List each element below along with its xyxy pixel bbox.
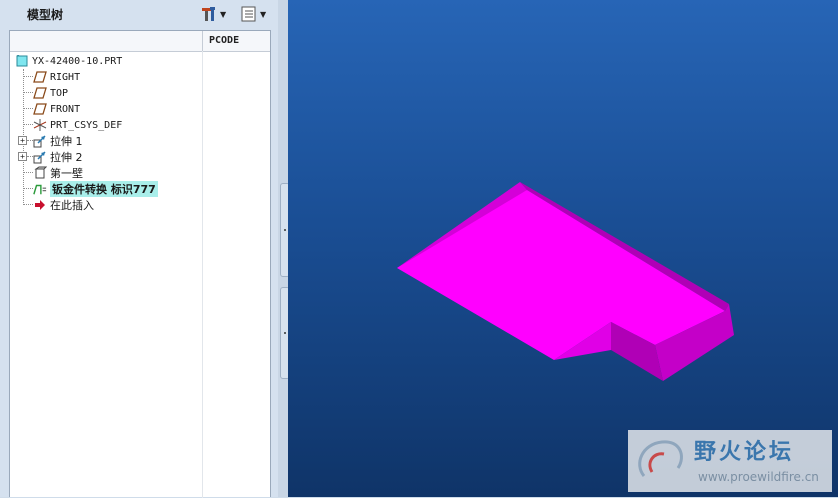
tree-item-label: TOP — [50, 87, 69, 99]
tree-item-label: YX-42400-10.PRT — [32, 55, 123, 67]
datum-plane-icon — [33, 86, 47, 100]
model-tree-panel: 模型树 ▼ ▼ PCODE + + YX-42400-10.PRT RIGHT … — [0, 0, 278, 498]
tree-item-front-plane[interactable]: FRONT — [33, 101, 80, 117]
model-tree: PCODE + + YX-42400-10.PRT RIGHT TOP FRON… — [9, 30, 271, 498]
tree-connector — [23, 108, 33, 109]
expand-toggle[interactable]: + — [18, 152, 27, 161]
flame-logo-icon — [638, 440, 683, 477]
graphics-viewport[interactable] — [288, 0, 838, 497]
wall-icon — [33, 166, 47, 180]
tree-item-label: FRONT — [50, 103, 81, 115]
tree-item-extrude-2[interactable]: 拉伸 2 — [33, 149, 83, 165]
extrude-icon — [33, 150, 47, 164]
panel-title: 模型树 — [27, 8, 64, 22]
watermark-title: 野火论坛 — [694, 440, 795, 465]
tree-connector — [23, 124, 33, 125]
list-options-icon — [241, 6, 256, 22]
tree-item-top-plane[interactable]: TOP — [33, 85, 68, 101]
tree-item-part[interactable]: YX-42400-10.PRT — [15, 53, 122, 69]
chevron-down-icon: ▼ — [260, 9, 267, 19]
show-options-button[interactable]: ▼ — [240, 4, 266, 24]
pcode-column-header[interactable]: PCODE — [202, 31, 270, 51]
datum-plane-icon — [33, 70, 47, 84]
tree-item-label: 拉伸 2 — [50, 151, 83, 164]
tree-column-header: PCODE — [10, 31, 270, 52]
sheetmetal-convert-icon — [33, 182, 47, 196]
tree-item-label: RIGHT — [50, 71, 81, 83]
insert-here-arrow-icon — [33, 198, 47, 212]
grip-dot — [284, 332, 286, 334]
expand-toggle[interactable]: + — [18, 136, 27, 145]
settings-tools-button[interactable]: ▼ — [200, 4, 226, 24]
tree-item-extrude-1[interactable]: 拉伸 1 — [33, 133, 83, 149]
tree-item-label: PRT_CSYS_DEF — [50, 119, 123, 131]
tree-item-right-plane[interactable]: RIGHT — [33, 69, 80, 85]
datum-plane-icon — [33, 102, 47, 116]
tree-item-insert-here[interactable]: 在此插入 — [33, 197, 94, 213]
model-tree-header: 模型树 ▼ ▼ — [0, 0, 278, 30]
chevron-down-icon: ▼ — [220, 9, 227, 19]
tree-connector — [23, 92, 33, 93]
tree-connector — [23, 76, 33, 77]
tree-item-first-wall[interactable]: 第一壁 — [33, 165, 83, 181]
part-icon — [15, 54, 29, 68]
tree-connector — [23, 188, 33, 189]
tree-item-sheetmetal-convert[interactable]: 钣金件转换 标识777 — [33, 181, 158, 197]
tree-item-csys[interactable]: PRT_CSYS_DEF — [33, 117, 122, 133]
watermark-url: www.proewildfire.cn — [698, 470, 819, 484]
grip-dot — [284, 229, 286, 231]
sheetmetal-part-model[interactable] — [288, 0, 838, 497]
extrude-icon — [33, 134, 47, 148]
tree-connector — [23, 204, 33, 205]
tree-item-label: 钣金件转换 标识777 — [50, 181, 158, 197]
tools-icon — [202, 7, 215, 21]
coordinate-system-icon — [33, 118, 47, 132]
column-divider — [202, 51, 203, 498]
tree-item-label: 第一壁 — [50, 167, 83, 180]
tree-connector — [23, 172, 33, 173]
forum-watermark: 野火论坛 www.proewildfire.cn — [628, 430, 832, 492]
tree-item-label: 拉伸 1 — [50, 135, 83, 148]
tree-item-label: 在此插入 — [50, 199, 94, 212]
